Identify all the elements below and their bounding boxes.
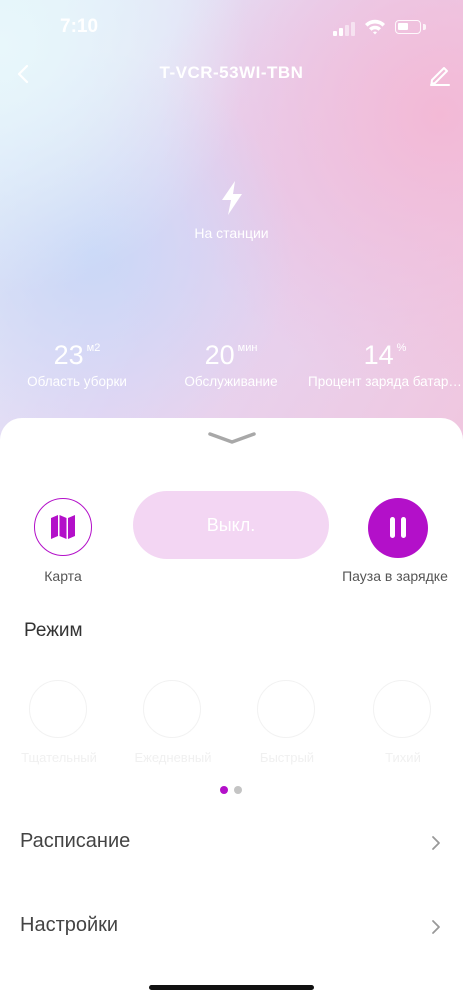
power-off-button[interactable]: Выкл. (133, 491, 329, 559)
wifi-icon (365, 19, 385, 35)
stat-unit: м2 (86, 342, 101, 354)
pause-charging-button[interactable] (368, 498, 428, 558)
battery-icon (395, 20, 421, 34)
device-status-text: На станции (194, 225, 269, 241)
settings-row[interactable]: Настройки (0, 906, 463, 946)
device-status: На станции (0, 180, 463, 241)
stat-unit: мин (237, 342, 258, 354)
stat-unit: % (396, 342, 407, 354)
stat-value: 23 (53, 340, 84, 370)
page-dot (220, 786, 228, 794)
device-title: T-VCR-53WI-TBN (159, 63, 304, 82)
page-indicator (220, 786, 250, 796)
home-indicator[interactable] (149, 985, 314, 990)
pause-charging-label: Пауза в зарядке (342, 568, 448, 584)
battery-tip (423, 24, 426, 30)
pause-icon (390, 517, 395, 538)
stat-value: 14 (363, 340, 394, 370)
stat-battery: 14% Процент заряда батареи (308, 340, 462, 389)
stat-value: 20 (204, 340, 235, 370)
control-sheet: Карта Выкл. Пауза в зарядке Режим Тщател… (0, 418, 463, 1000)
chevron-down-icon[interactable] (208, 430, 256, 448)
mode-label: Тихий (385, 750, 421, 765)
mode-section-title: Режим (24, 620, 83, 641)
mode-label: Ежедневный (134, 750, 212, 765)
battery-level (398, 23, 408, 30)
page-dot (234, 786, 242, 794)
mode-daily-icon (143, 680, 201, 738)
mode-label: Тщательный (21, 750, 97, 765)
schedule-label: Расписание (20, 830, 131, 852)
settings-label: Настройки (20, 914, 119, 936)
stats-row: 23 м2 Область уборки 20 мин Обслуживание 1… (0, 340, 463, 400)
chevron-right-icon (432, 836, 440, 850)
stat-service-time: 20 мин Обслуживание (154, 340, 308, 389)
status-bar: 7:10 (0, 0, 463, 56)
stat-cleaning-area: 23 м2 Область уборки (0, 340, 154, 389)
stat-label: Область уборки (27, 374, 127, 389)
mode-thorough-icon (29, 680, 87, 738)
mode-carousel[interactable]: Тщательный Ежедневный Быстрый Тихий (0, 680, 463, 770)
status-time: 7:10 (60, 16, 99, 37)
nav-bar: T-VCR-53WI-TBN (0, 56, 463, 92)
schedule-row[interactable]: Расписание (0, 822, 463, 862)
stat-label: Процент заряда батареи (308, 374, 462, 389)
map-label: Карта (44, 568, 82, 584)
charging-bolt-icon (221, 181, 242, 215)
stat-label: Обслуживание (184, 374, 278, 389)
map-icon (51, 515, 75, 539)
map-button[interactable] (34, 498, 92, 556)
pause-icon (401, 517, 406, 538)
cellular-signal-icon (333, 22, 357, 36)
mode-label: Быстрый (259, 750, 315, 765)
edit-pencil-icon[interactable] (426, 60, 454, 88)
mode-quiet-icon (373, 680, 431, 738)
chevron-right-icon (432, 920, 440, 934)
mode-quick-icon (257, 680, 315, 738)
device-hero: 7:10 T-VCR-53WI-TBN На станции 23 м2 Обл… (0, 0, 463, 460)
